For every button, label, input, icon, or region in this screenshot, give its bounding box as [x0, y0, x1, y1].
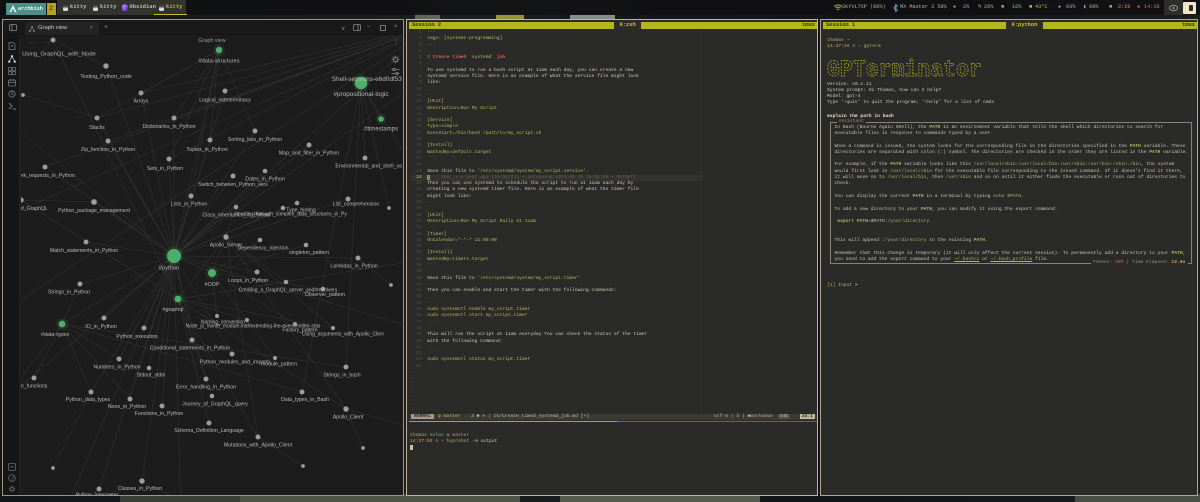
svg-text:Strings_in_Python: Strings_in_Python	[48, 290, 90, 296]
svg-text:Dependency_injection: Dependency_injection	[237, 246, 288, 252]
svg-text:Sets_in_Python: Sets_in_Python	[147, 166, 183, 172]
svg-text:Functions_in_Python: Functions_in_Python	[135, 411, 184, 417]
svg-text:Using_GraphQL_with_Node: Using_GraphQL_with_Node	[22, 51, 96, 57]
svg-text:Match_statements_in_Python: Match_statements_in_Python	[50, 248, 118, 254]
svg-text:Mutations_with_Apollo_Client: Mutations_with_Apollo_Client	[224, 443, 293, 449]
svg-text:Stacks: Stacks	[89, 125, 105, 131]
svg-text:Data_types_in_Bash: Data_types_in_Bash	[281, 397, 329, 403]
svg-text:Sorting_lists_in_Python: Sorting_lists_in_Python	[228, 137, 282, 143]
svg-text:Classes_in_Python: Classes_in_Python	[118, 486, 163, 492]
svg-text:#propositional-logic: #propositional-logic	[333, 91, 389, 98]
svg-text:#graphql: #graphql	[163, 307, 184, 313]
svg-text:Conditional_statements_in_Pyth: Conditional_statements_in_Python	[150, 346, 230, 352]
svg-text:None_in_Python: None_in_Python	[108, 404, 146, 410]
svg-text:module_pattern: module_pattern	[261, 362, 297, 368]
svg-text:ics_of_GraphQL: ics_of_GraphQL	[21, 206, 48, 212]
svg-text:Environmental_and_shell_variab: Environmental_and_shell_variab	[335, 164, 402, 170]
svg-text:IO_in_Python: IO_in_Python	[85, 324, 117, 330]
svg-text:Network_requests_in_Python: Network_requests_in_Python	[21, 173, 75, 179]
svg-text:#OOP: #OOP	[205, 282, 220, 288]
svg-text:Dictionaries_in_Python: Dictionaries_in_Python	[142, 124, 195, 130]
svg-text:Tuples_in_Python: Tuples_in_Python	[186, 147, 227, 153]
svg-text:Using_arguments_with_Apollo_Cl: Using_arguments_with_Apollo_Clien	[302, 332, 384, 338]
svg-text:Stdout_stdin: Stdout_stdin	[137, 373, 166, 379]
svg-text:Error_handling_in_Python: Error_handling_in_Python	[176, 385, 236, 391]
svg-text:Iterating_through_complex_data: Iterating_through_complex_data_structure…	[235, 212, 347, 218]
svg-text:#data-types: #data-types	[41, 332, 69, 338]
svg-text:#data-structures: #data-structures	[198, 59, 239, 65]
svg-text:Python_data_types: Python_data_types	[66, 397, 111, 403]
svg-text:Python_package_management: Python_package_management	[58, 208, 130, 214]
svg-text:Lists_in_Python: Lists_in_Python	[171, 202, 208, 208]
svg-text:Journey_of_GraphQL_query: Journey_of_GraphQL_query	[182, 402, 248, 408]
svg-text:Observer_pattern: Observer_pattern	[305, 292, 345, 298]
svg-text:Loops_in_Python: Loops_in_Python	[228, 278, 268, 284]
svg-text:Apollo_Client: Apollo_Client	[333, 415, 364, 421]
svg-text:singleton_pattern: singleton_pattern	[289, 250, 329, 256]
svg-text:Shell-sessions-e6d0df53e3f8: Shell-sessions-e6d0df53e3f8	[332, 76, 402, 83]
svg-text:Switch_between_Python_vers: Switch_between_Python_vers	[198, 182, 268, 188]
svg-text:#python: #python	[159, 265, 180, 271]
svg-text:#timestamps: #timestamps	[364, 127, 398, 133]
svg-text:Numbers_in_Python: Numbers_in_Python	[93, 365, 140, 371]
svg-text:Python_modules_and_imports: Python_modules_and_imports	[200, 360, 270, 366]
svg-text:Zip_function_in_Python: Zip_function_in_Python	[81, 147, 135, 153]
svg-text:Arrays: Arrays	[134, 99, 149, 105]
svg-text:Python_execution: Python_execution	[116, 334, 157, 340]
svg-text:Testing_Python_code: Testing_Python_code	[80, 74, 132, 80]
svg-text:Schema_Definition_Language: Schema_Definition_Language	[174, 428, 244, 434]
svg-text:GPTerminator: GPTerminator	[827, 57, 982, 81]
svg-text:List_comprehension: List_comprehension	[333, 202, 380, 208]
svg-text:Logical_indeterminacy: Logical_indeterminacy	[199, 98, 251, 104]
svg-text:Python_interpreter: Python_interpreter	[76, 493, 119, 495]
svg-text:Strings_in_bash: Strings_in_bash	[323, 373, 360, 379]
svg-text:Map_and_filter_in_Python: Map_and_filter_in_Python	[279, 151, 339, 157]
svg-text:Lambdas_in_Python: Lambdas_in_Python	[330, 264, 377, 270]
svg-text:Boolean_functions: Boolean_functions	[21, 384, 48, 390]
